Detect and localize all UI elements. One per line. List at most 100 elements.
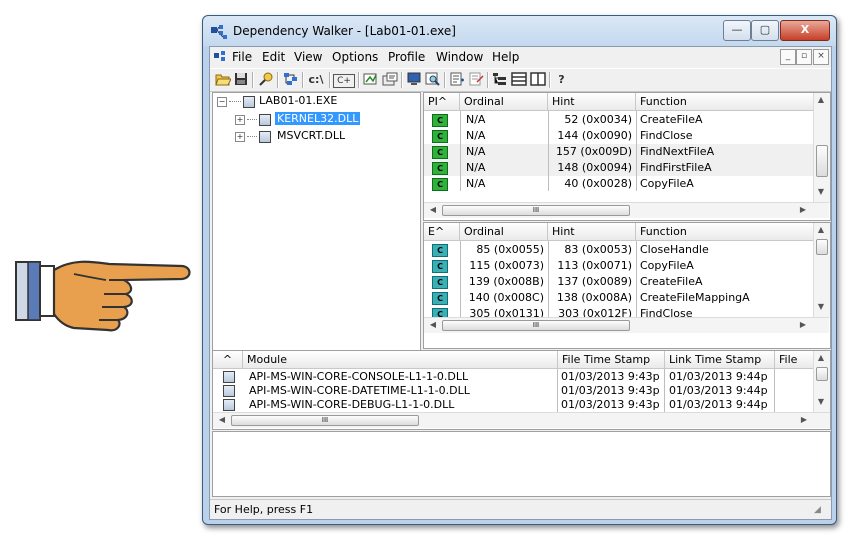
scroll-down-icon[interactable]: ▼	[814, 187, 828, 196]
scroll-left-icon[interactable]: ◀	[426, 320, 440, 329]
module-tree-pane[interactable]: − LAB01-01.EXE + KERNEL32.DLL + MSVCRT.D…	[212, 92, 421, 380]
col-header-file-time-stamp[interactable]: File Time Stamp	[558, 351, 665, 369]
scroll-up-icon[interactable]: ▲	[814, 353, 828, 362]
menu-view[interactable]: View	[294, 50, 322, 64]
configure-icon[interactable]	[362, 72, 379, 88]
vertical-scrollbar[interactable]: ▲ ▼	[813, 223, 830, 318]
table-row[interactable]: API-MS-WIN-CORE-DATETIME-L1-1-0.DLL 01/03…	[213, 384, 813, 398]
collapse-icon[interactable]: −	[217, 97, 227, 107]
table-row[interactable]: C 85 (0x0055) 83 (0x0053) CloseHandle	[424, 242, 814, 258]
cell-ordinal: N/A	[466, 129, 486, 142]
table-row[interactable]: C 139 (0x008B) 137 (0x0089) CreateFileA	[424, 274, 814, 290]
col-header-link-time-stamp[interactable]: Link Time Stamp	[665, 351, 775, 369]
module-icon	[223, 399, 235, 411]
scroll-right-icon[interactable]: ▶	[796, 320, 810, 329]
scroll-thumb[interactable]	[816, 145, 828, 177]
expand-icon[interactable]: +	[235, 115, 245, 125]
scroll-up-icon[interactable]: ▲	[814, 225, 828, 234]
horizontal-scrollbar[interactable]: ◀ III ▶	[424, 202, 829, 218]
toolbar-separator	[252, 72, 254, 88]
menu-help[interactable]: Help	[492, 50, 519, 64]
table-row[interactable]: C N/A 52 (0x0034) CreateFileA	[424, 112, 814, 128]
imports-pane[interactable]: PI^ Ordinal Hint Function C N/A 52 (0x0034…	[423, 92, 831, 221]
table-row[interactable]: C N/A 144 (0x0090) FindClose	[424, 128, 814, 144]
cplusplus-icon[interactable]: C+	[333, 74, 355, 88]
col-header-ordinal[interactable]: Ordinal	[460, 223, 548, 241]
table-row[interactable]: C N/A 157 (0x009D) FindNextFileA	[424, 144, 814, 160]
col-header-pi[interactable]: PI^	[424, 93, 460, 111]
log-pane[interactable]	[212, 431, 831, 497]
cell-function: CreateFileMappingA	[640, 291, 750, 304]
table-row[interactable]: API-MS-WIN-CORE-DEBUG-L1-1-0.DLL 01/03/20…	[213, 398, 813, 412]
save-icon[interactable]	[232, 72, 249, 88]
scroll-thumb[interactable]: III	[442, 320, 630, 331]
col-header-sort[interactable]: ^	[213, 351, 243, 369]
list-view-icon[interactable]	[510, 72, 527, 88]
scroll-thumb[interactable]: III	[442, 205, 630, 216]
scroll-right-icon[interactable]: ▶	[797, 415, 811, 424]
table-row[interactable]: API-MS-WIN-CORE-CONSOLE-L1-1-0.DLL 01/03/…	[213, 370, 813, 384]
module-list-pane[interactable]: ^ Module File Time Stamp Link Time Stamp…	[212, 350, 831, 430]
scroll-left-icon[interactable]: ◀	[426, 205, 440, 214]
table-row[interactable]: C N/A 40 (0x0028) CopyFileA	[424, 176, 814, 192]
toolbar-separator	[444, 72, 446, 88]
mdi-restore-button[interactable]: ▫	[796, 49, 812, 65]
scroll-left-icon[interactable]: ◀	[215, 415, 229, 424]
cell-hint: 138 (0x008A)	[556, 291, 632, 304]
scroll-up-icon[interactable]: ▲	[814, 95, 828, 104]
title-bar[interactable]: Dependency Walker - [Lab01-01.exe] — ▢ X	[203, 16, 836, 46]
help-icon[interactable]: ?	[553, 72, 570, 88]
collapse-all-icon[interactable]	[467, 72, 484, 88]
table-row[interactable]: C 115 (0x0073) 113 (0x0071) CopyFileA	[424, 258, 814, 274]
tree-connector	[247, 119, 257, 120]
find-icon[interactable]	[424, 72, 441, 88]
table-row[interactable]: C N/A 148 (0x0094) FindFirstFileA	[424, 160, 814, 176]
split-view-icon[interactable]	[529, 72, 546, 88]
close-button[interactable]: X	[780, 20, 830, 41]
cell-function: CreateFileA	[640, 275, 703, 288]
menu-edit[interactable]: Edit	[262, 50, 285, 64]
cell-link-time-stamp: 01/03/2013 9:44p	[669, 370, 768, 383]
system-info-icon[interactable]	[405, 72, 422, 88]
document-icon[interactable]	[214, 51, 228, 63]
scroll-down-icon[interactable]: ▼	[814, 397, 828, 406]
horizontal-scrollbar[interactable]: ◀ III ▶	[424, 317, 829, 333]
open-icon[interactable]	[214, 72, 232, 88]
scroll-down-icon[interactable]: ▼	[814, 302, 828, 311]
mdi-minimize-button[interactable]: _	[780, 49, 796, 65]
scroll-thumb[interactable]	[816, 239, 828, 255]
scroll-thumb[interactable]: III	[231, 415, 419, 426]
undecorate-icon[interactable]	[282, 72, 299, 88]
scroll-thumb[interactable]	[816, 367, 828, 381]
col-header-ordinal[interactable]: Ordinal	[460, 93, 548, 111]
minimize-button[interactable]: —	[723, 20, 751, 41]
c-function-icon: C	[432, 114, 448, 127]
col-header-hint[interactable]: Hint	[548, 223, 636, 241]
exports-pane[interactable]: E^ Ordinal Hint Function C 85 (0x0055) 83 …	[423, 222, 831, 349]
col-header-e[interactable]: E^	[424, 223, 460, 241]
status-text: For Help, press F1	[214, 503, 314, 516]
vertical-scrollbar[interactable]: ▲ ▼	[813, 93, 830, 203]
menu-options[interactable]: Options	[332, 50, 378, 64]
table-row[interactable]: C 140 (0x008C) 138 (0x008A) CreateFileMappi…	[424, 290, 814, 306]
menu-profile[interactable]: Profile	[388, 50, 425, 64]
menu-file[interactable]: File	[232, 50, 252, 64]
menu-window[interactable]: Window	[436, 50, 483, 64]
expand-all-icon[interactable]	[448, 72, 465, 88]
vertical-scrollbar[interactable]: ▲ ▼	[813, 351, 830, 413]
view-full-paths-icon[interactable]	[257, 72, 274, 88]
horizontal-scrollbar[interactable]: ◀ III ▶	[213, 412, 830, 428]
mdi-close-button[interactable]: ×	[813, 49, 829, 65]
scroll-right-icon[interactable]: ▶	[796, 205, 810, 214]
col-header-module[interactable]: Module	[243, 351, 558, 369]
resize-grip-icon[interactable]: ◢	[814, 505, 826, 517]
expand-icon[interactable]: +	[235, 132, 245, 142]
maximize-button[interactable]: ▢	[751, 20, 779, 41]
properties-icon[interactable]	[381, 72, 398, 88]
tree-view-icon[interactable]	[491, 72, 508, 88]
col-header-file[interactable]: File	[775, 351, 815, 369]
path-icon[interactable]: c:\	[306, 72, 326, 88]
col-header-hint[interactable]: Hint	[548, 93, 636, 111]
col-header-function[interactable]: Function	[636, 223, 814, 241]
col-header-function[interactable]: Function	[636, 93, 814, 111]
